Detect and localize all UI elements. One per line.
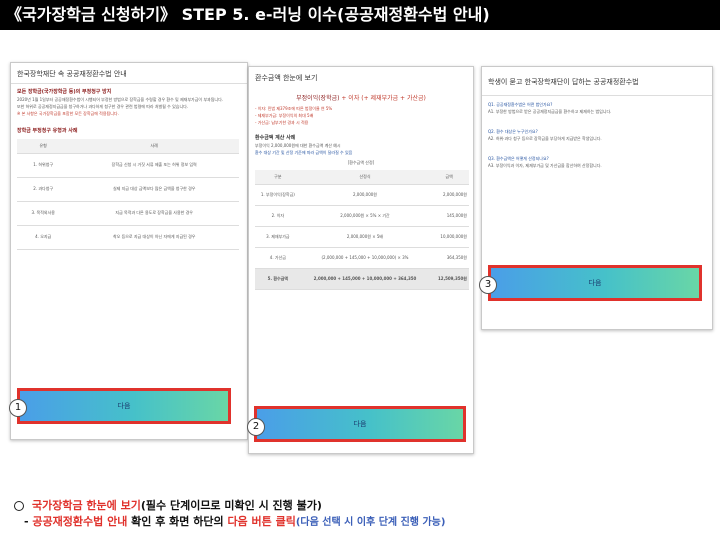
faq-answer: A1. 부정한 방법으로 받은 공공재정지급금을 환수하고 제재하는 법입니다. [488, 109, 612, 114]
step-badge-3: 3 [479, 276, 497, 294]
panel2-text-line: - 이자: 민법 제379조에 따른 법정이율 연 5% [255, 106, 333, 111]
step-badge-1: 1 [9, 399, 27, 417]
table-row: 2. 과다청구 실제 지급 대상 금액보다 많은 금액을 청구한 경우 [17, 177, 239, 202]
next-button-panel3[interactable]: 다음 [488, 265, 702, 301]
table-header: 사례 [69, 139, 239, 154]
panel1-note: ※ 본 사항은 국가장학금을 포함한 모든 장학금에 적용됩니다. [17, 111, 119, 116]
formula-plus: + 이자 [339, 95, 362, 102]
faq-answer: A2. 허위·과다 청구 등으로 장학금을 부당하게 지급받은 학생입니다. [488, 136, 602, 141]
refund-amount-table: 구분 산정식 금액 1. 부정이익(장학금) 2,000,000원 2,000,000원… [255, 170, 469, 290]
instruction-row-2: - 공공재정환수법 안내 확인 후 화면 하단의 다음 버튼 클릭(다음 선택 … [24, 515, 446, 528]
next-button-panel1[interactable]: 다음 [17, 388, 231, 424]
table-row: 4. 오지급 착오 등으로 지급 대상이 아닌 자에게 지급된 경우 [17, 225, 239, 250]
table-row: 2. 이자 2,000,000원 × 5% × 기간 145,000원 [255, 205, 469, 227]
table-row: 1. 허위청구 장학금 신청 시 거짓 서류 제출 또는 허위 정보 입력 [17, 153, 239, 178]
panel1-section-title: 모든 장학금(국가장학금 등)의 부정청구 방지 [17, 89, 112, 95]
panel1-section-title-2: 장학금 부정청구 유형과 사례 [17, 128, 78, 134]
panel2-text-line: - 가산금: 납부기한 경과 시 적용 [255, 120, 309, 125]
panel2-case-line: 환수 대상 기간 및 산정 기준에 따라 금액이 달라질 수 있음 [255, 150, 353, 155]
formula-rest: (+ 제재부가금 + 가산금) [361, 95, 426, 102]
formula-main: 부정이익(장학금) [296, 95, 340, 102]
panel1-title: 한국장학재단 속 공공재정환수법 안내 [11, 63, 247, 84]
panel2-title: 환수금액 한눈에 보기 [255, 74, 318, 82]
faq-answer: A3. 부정이익과 이자, 제재부가금 및 가산금을 합산하여 산정합니다. [488, 163, 602, 168]
instruction-row-1: 국가장학금 한눈에 보기(필수 단계이므로 미확인 시 진행 불가) [14, 498, 714, 514]
faq-question: Q3. 환수금액은 어떻게 산정되나요? [488, 156, 549, 161]
panel2-case-line: 부정이익 2,000,000원에 대한 환수금액 계산 예시 [255, 143, 341, 148]
table-row: 1. 부정이익(장학금) 2,000,000원 2,000,000원 [255, 184, 469, 206]
table-row: 3. 목적외사용 지급 목적과 다른 용도로 장학금을 사용한 경우 [17, 201, 239, 226]
panel1-text-line: 2020년 1월 1일부터 공공재정환수법이 시행되어 부정한 방법으로 장학금… [17, 97, 224, 102]
panel2-text-line: - 제재부가금: 부정이익의 최대 5배 [255, 113, 314, 118]
faq-question: Q1. 공공재정환수법은 어떤 법인가요? [488, 102, 553, 107]
table-row: 4. 가산금 (2,000,000 + 145,000 + 10,000,000)… [255, 247, 469, 269]
violation-type-table: 유형 사례 1. 허위청구 장학금 신청 시 거짓 서류 제출 또는 허위 정보 입… [17, 139, 239, 250]
table-row-total: 5. 환수금액 2,000,000 + 145,000 + 10,000,000 … [255, 268, 469, 290]
panel1-text-line: 또한 허위로 공공재정지급금을 청구하거나 과다하게 청구한 경우 관련 법령에… [17, 104, 189, 109]
refund-formula: 부정이익(장학금) + 이자 (+ 제재부가금 + 가산금) [249, 87, 473, 105]
next-button-panel2[interactable]: 다음 [254, 406, 466, 442]
table-row: 3. 제재부가금 2,000,000원 × 5배 10,000,000원 [255, 226, 469, 248]
faq-question: Q2. 환수 대상은 누구인가요? [488, 129, 538, 134]
panel-refund-law-guide: 한국장학재단 속 공공재정환수법 안내 모든 장학금(국가장학금 등)의 부정청… [10, 62, 248, 440]
page-title: 《국가장학금 신청하기》 STEP 5. e-러닝 이수(공공재정환수법 안내) [0, 0, 720, 30]
table-caption: [환수금액 산정] [347, 160, 375, 165]
panel2-section-title: 환수금액 계산 사례 [255, 135, 296, 141]
table-header: 유형 [17, 139, 70, 154]
circle-bullet-icon [14, 501, 24, 511]
instructions: 국가장학금 한눈에 보기(필수 단계이므로 미확인 시 진행 불가) - 공공재… [14, 498, 714, 531]
panel3-title: 학생이 묻고 한국장학재단이 답하는 공공재정환수법 [482, 67, 712, 96]
panel-refund-amount-overview: 환수금액 한눈에 보기 부정이익(장학금) + 이자 (+ 제재부가금 + 가산… [248, 66, 474, 454]
step-badge-2: 2 [247, 418, 265, 436]
